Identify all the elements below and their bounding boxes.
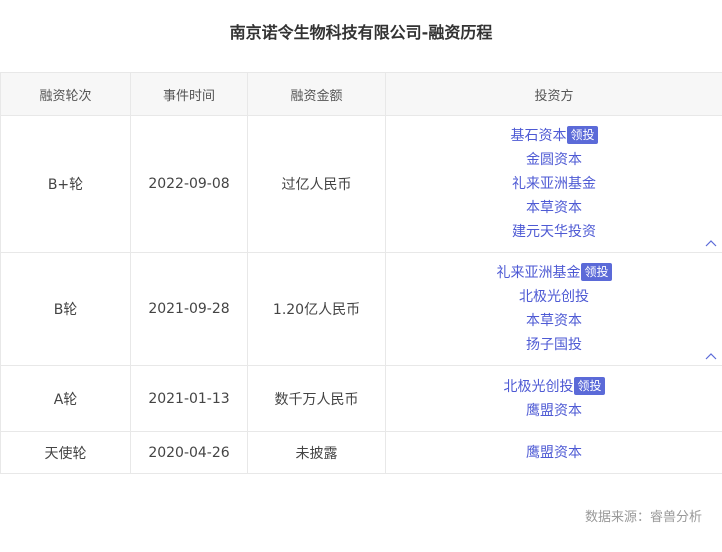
investor-link[interactable]: 鹰盟资本	[386, 441, 722, 465]
header-round: 融资轮次	[0, 72, 131, 116]
cell-amount: 数千万人民币	[247, 365, 386, 432]
investor-link[interactable]: 礼来亚洲基金	[386, 172, 722, 196]
cell-round: B+轮	[0, 115, 131, 253]
investor-link[interactable]: 本草资本	[386, 309, 722, 333]
investor-name: 北极光创投	[519, 289, 589, 305]
cell-investors: 北极光创投 领投鹰盟资本	[385, 365, 722, 432]
cell-investors: 基石资本 领投金圆资本礼来亚洲基金 本草资本建元天华投资	[385, 115, 722, 253]
cell-amount: 1.20亿人民币	[247, 252, 386, 366]
investor-link[interactable]: 金圆资本	[386, 148, 722, 172]
investor-name: 礼来亚洲基金	[496, 265, 581, 281]
investor-link[interactable]: 北极光创投 领投	[386, 375, 722, 399]
investor-name: 金圆资本	[526, 152, 582, 168]
investor-name: 建元天华投资	[512, 224, 596, 240]
data-source-note: 数据来源：睿兽分析	[584, 510, 702, 525]
investor-link[interactable]: 鹰盟资本	[386, 399, 722, 423]
investor-link[interactable]: 礼来亚洲基金 领投	[386, 261, 722, 285]
table-body: B+轮 2022-09-08 过亿人民币 基石资本 领投 金圆资本 礼来亚洲基金 本草资本 建元…	[0, 115, 722, 474]
cell-investors: 礼来亚洲基金 领投北极光创投本草资本扬子国投	[385, 252, 722, 366]
investor-name: 礼来亚洲基金	[512, 176, 596, 192]
cell-round: A轮	[0, 365, 131, 432]
table-row: A轮 2021-01-13 数千万人民币 北极光创投 领投 鹰盟资本	[0, 365, 722, 432]
header-amount: 融资金额	[247, 72, 386, 116]
investor-name: 鹰盟资本	[526, 402, 582, 419]
investor-name: 鹰盟资本	[526, 444, 582, 461]
cell-date: 2022-09-08	[130, 115, 248, 253]
table-row: B轮 2021-09-28 1.20亿人民币 礼来亚洲基金 领投 北极光创投 本草资本 扬子国…	[0, 252, 722, 366]
investor-name: 北极光创投	[503, 378, 574, 395]
investor-link[interactable]: 基石资本 领投	[386, 124, 722, 148]
investor-link[interactable]: 北极光创投	[386, 285, 722, 309]
cell-amount: 过亿人民币	[247, 115, 386, 253]
investor-name: 基石资本	[510, 128, 567, 144]
table-header-row: 融资轮次 事件时间 融资金额 投资方	[0, 72, 722, 116]
chevron-up-icon[interactable]	[704, 351, 718, 361]
cell-investors: 鹰盟资本	[385, 431, 722, 474]
cell-amount: 未披露	[247, 431, 386, 474]
cell-date: 2021-01-13	[130, 365, 248, 432]
table-row: 天使轮 2020-04-26 未披露 鹰盟资本	[0, 431, 722, 474]
lead-investor-badge: 领投	[574, 376, 605, 395]
investor-name: 扬子国投	[526, 337, 582, 353]
header-investors: 投资方	[385, 72, 722, 116]
investor-link[interactable]: 扬子国投	[386, 333, 722, 357]
table-row: B+轮 2022-09-08 过亿人民币 基石资本 领投 金圆资本 礼来亚洲基金 本草资本 建元…	[0, 115, 722, 253]
investor-name: 本草资本	[526, 200, 582, 216]
cell-round: 天使轮	[0, 431, 131, 474]
lead-investor-badge: 领投	[567, 126, 598, 144]
investor-link[interactable]: 建元天华投资	[386, 220, 722, 244]
funding-history-table: 融资轮次 事件时间 融资金额 投资方 B+轮 2022-09-08 过亿人民币 基石资…	[0, 72, 722, 474]
investor-link[interactable]: 本草资本	[386, 196, 722, 220]
lead-investor-badge: 领投	[581, 263, 612, 281]
cell-date: 2021-09-28	[130, 252, 248, 366]
cell-date: 2020-04-26	[130, 431, 248, 474]
chevron-up-icon[interactable]	[704, 238, 718, 248]
page-title: 南京诺令生物科技有限公司-融资历程	[229, 23, 493, 42]
header-date: 事件时间	[130, 72, 248, 116]
investor-name: 本草资本	[526, 313, 582, 329]
cell-round: B轮	[0, 252, 131, 366]
